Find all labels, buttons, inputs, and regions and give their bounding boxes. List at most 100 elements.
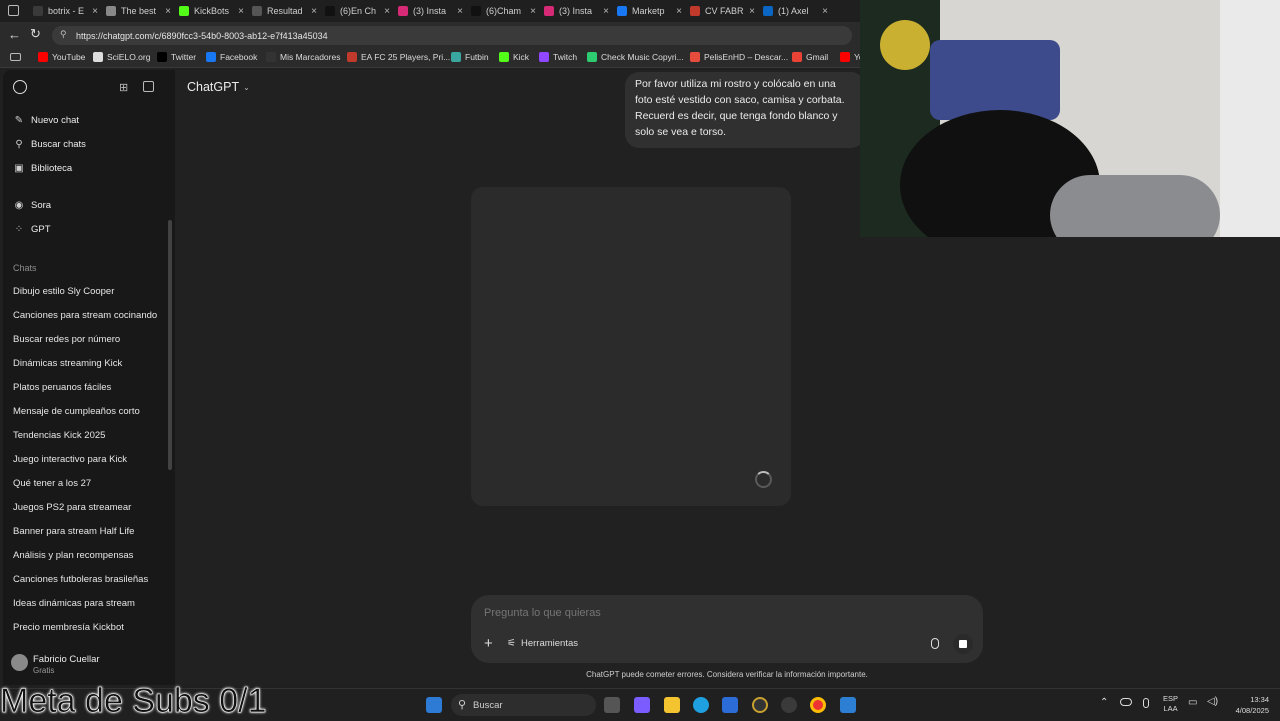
chat-history-item[interactable]: Tendencias Kick 2025 [13,430,105,441]
back-icon[interactable]: ← [8,27,21,42]
chat-history-item[interactable]: Ideas dinámicas para stream [13,598,135,609]
tab-close-icon[interactable]: × [749,6,755,17]
bookmark-item[interactable]: Twitter [157,52,196,62]
browser-tab[interactable]: (1) Axel × [763,2,828,20]
close-sidebar-icon[interactable] [143,81,154,92]
chat-history-item[interactable]: Juegos PS2 para streamear [13,502,131,513]
store-icon[interactable] [722,697,738,713]
tab-close-icon[interactable]: × [165,6,171,17]
browser-tab[interactable]: Resultad × [252,2,317,20]
copilot-icon[interactable] [634,697,650,713]
bookmark-item[interactable]: PelisEnHD – Descar... [690,52,788,62]
edge-icon[interactable] [693,697,709,713]
language-indicator[interactable]: ESP LAA [1163,694,1178,714]
webcam-door [1220,0,1280,237]
browser-tab[interactable]: Marketp × [617,2,682,20]
chat-history-item[interactable]: Buscar redes por número [13,334,120,345]
photos-icon[interactable] [840,697,856,713]
chat-history-item[interactable]: Dibujo estilo Sly Cooper [13,286,114,297]
bookmark-item[interactable]: Mis Marcadores [266,52,340,62]
browser-tab[interactable]: CV FABR × [690,2,755,20]
bookmark-item[interactable]: Check Music Copyri... [587,52,684,62]
chat-history-item[interactable]: Canciones para stream cocinando [13,310,157,321]
chat-history-item[interactable]: Análisis y plan recompensas [13,550,133,561]
microphone-icon[interactable] [931,638,939,649]
tools-button[interactable]: ⚟ Herramientas [507,638,578,649]
bookmark-item[interactable]: EA FC 25 Players, Pri... [347,52,450,62]
plus-icon[interactable]: + [484,635,493,652]
volume-icon[interactable]: ◁) [1207,696,1218,707]
library-button[interactable]: ▣ Biblioteca [13,163,72,174]
task-view-icon[interactable] [604,697,620,713]
bookmark-favicon-icon [38,52,48,62]
model-selector[interactable]: ChatGPT ⌄ [187,80,250,94]
tab-close-icon[interactable]: × [238,6,244,17]
app-icon[interactable] [752,697,768,713]
grid-icon[interactable]: ⊞ [119,81,128,94]
openai-logo-icon[interactable] [13,80,27,94]
chat-history-item[interactable]: Mensaje de cumpleaños corto [13,406,140,417]
chat-history-item[interactable]: Canciones futboleras brasileñas [13,574,148,585]
chevron-up-icon[interactable]: ⌃ [1100,697,1108,708]
bookmark-label: Kick [513,52,530,62]
windows-start-icon[interactable] [426,697,442,713]
gpt-button[interactable]: ⁘ GPT [13,224,51,235]
tab-label: The best [121,6,157,16]
tab-close-icon[interactable]: × [311,6,317,17]
side-panel-icon[interactable] [10,53,21,61]
chat-history-item[interactable]: Juego interactivo para Kick [13,454,127,465]
tab-close-icon[interactable]: × [603,6,609,17]
chat-history-item[interactable]: Dinámicas streaming Kick [13,358,122,369]
chat-history-item[interactable]: Precio membresía Kickbot [13,622,124,633]
tab-close-icon[interactable]: × [92,6,98,17]
chevron-down-icon: ⌄ [243,82,250,92]
search-chats-button[interactable]: ⚲ Buscar chats [13,139,86,150]
sidebar-scrollbar[interactable] [168,220,172,470]
taskbar-search[interactable]: ⚲ Buscar [451,694,596,716]
stop-button[interactable] [953,634,973,654]
bookmark-item[interactable]: Kick [499,52,529,62]
bookmark-item[interactable]: Gmail [792,52,828,62]
bookmark-item[interactable]: YouTube [38,52,85,62]
tab-close-icon[interactable]: × [676,6,682,17]
onedrive-icon[interactable] [1120,698,1132,706]
new-chat-button[interactable]: ✎ Nuevo chat [13,115,79,126]
bookmark-item[interactable]: SciELO.org [93,52,150,62]
tab-favicon-icon [471,6,481,16]
bookmark-item[interactable]: Facebook [206,52,257,62]
bookmark-favicon-icon [499,52,509,62]
webcam-overlay [860,0,1280,237]
prompt-input[interactable] [484,604,964,622]
bookmark-favicon-icon [840,52,850,62]
mic-tray-icon[interactable] [1143,698,1149,708]
tab-close-icon[interactable]: × [530,6,536,17]
chat-history-item[interactable]: Qué tener a los 27 [13,478,91,489]
chat-history-item[interactable]: Platos peruanos fáciles [13,382,111,393]
reload-icon[interactable]: ↻ [30,26,41,42]
network-icon[interactable]: ▭ [1188,697,1197,708]
site-info-icon[interactable]: ⚲ [60,29,67,40]
tab-close-icon[interactable]: × [822,6,828,17]
user-profile[interactable]: Fabricio Cuellar Gratis [3,645,175,685]
tab-actions-icon[interactable] [8,5,19,16]
browser-tab[interactable]: (3) Insta × [398,2,463,20]
file-explorer-icon[interactable] [664,697,680,713]
tab-close-icon[interactable]: × [457,6,463,17]
browser-tab[interactable]: (6)Cham × [471,2,536,20]
obs-icon[interactable] [781,697,797,713]
browser-tab[interactable]: (3) Insta × [544,2,609,20]
sora-button[interactable]: ◉ Sora [13,200,51,211]
main-scrollbar[interactable] [1270,240,1276,680]
address-bar[interactable]: ⚲ https://chatgpt.com/c/6890fcc3-54b0-80… [52,26,852,45]
tab-close-icon[interactable]: × [384,6,390,17]
browser-tab[interactable]: (6)En Ch × [325,2,390,20]
browser-tab[interactable]: KickBots × [179,2,244,20]
browser-tab[interactable]: botrix - E × [33,2,98,20]
browser-tab[interactable]: The best × [106,2,171,20]
clock[interactable]: 13:34 4/08/2025 [1225,694,1269,716]
bookmark-item[interactable]: Futbin [451,52,489,62]
bookmark-favicon-icon [539,52,549,62]
chrome-icon[interactable] [810,697,826,713]
bookmark-item[interactable]: Twitch [539,52,577,62]
chat-history-item[interactable]: Banner para stream Half Life [13,526,134,537]
